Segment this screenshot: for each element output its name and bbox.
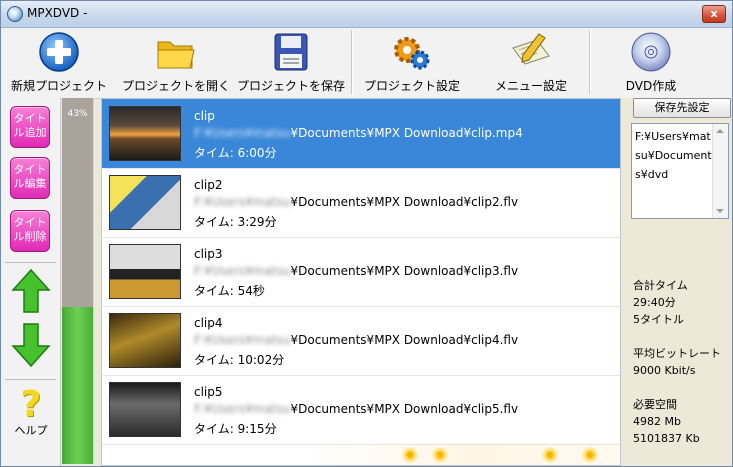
project-settings-label: プロジェクト設定 [363,79,460,93]
flower-decoration-icon [402,447,418,463]
folder-icon [157,41,195,69]
plus-circle-icon [39,32,79,72]
save-path-text: F:¥Users¥matsu¥Documents¥dvd [635,130,712,181]
help-button[interactable]: ? ヘルプ [9,384,53,438]
required-space-kb: 5101837 Kb [633,432,700,445]
clip-name: clip5 [194,385,223,399]
clip-duration: タイム: 3:29分 [194,215,277,229]
edit-document-icon [512,33,550,65]
clip-path-prefix: F:¥Users¥matsu [194,402,291,416]
open-project-button[interactable]: プロジェクトを開く [117,28,235,96]
clip-thumbnail [109,313,181,368]
progress-percent: 43% [67,109,88,119]
clip-row[interactable]: clip5 F:¥Users¥matsu¥Documents¥MPX Downlo… [102,375,620,445]
app-window: MPXDVD - x 新規プロジェクト プロジェクトを開く プロジェクトを保存 … [0,0,733,467]
new-project-button[interactable]: 新規プロジェクト [7,28,111,96]
edit-title-button[interactable]: タイトル編集 [10,157,50,199]
clip-path-suffix: ¥Documents¥MPX Download¥clip.mp4 [290,126,523,140]
open-project-label: プロジェクトを開く [121,79,230,93]
clip-path: F:¥Users¥matsu¥Documents¥MPX Download¥cl… [194,195,518,209]
right-panel: 保存先設定 F:¥Users¥matsu¥Documents¥dvd 合計タイム… [621,98,732,466]
delete-title-button[interactable]: タイトル削除 [10,210,50,252]
clip-thumbnail [109,106,181,161]
required-space-label: 必要空間 [633,398,677,411]
scroll-up-icon[interactable] [716,129,724,133]
clip-path: F:¥Users¥matsu¥Documents¥MPX Download¥cl… [194,126,523,140]
new-project-label: 新規プロジェクト [10,79,107,93]
flower-decoration-icon [542,447,558,463]
clip-path-suffix: ¥Documents¥MPX Download¥clip4.flv [290,333,519,347]
clip-duration: タイム: 9:15分 [194,422,277,436]
flower-decoration-icon [432,447,448,463]
toolbar-separator [589,30,591,94]
clip-name: clip4 [194,316,223,330]
clip-name: clip [194,109,215,123]
app-icon [7,6,23,22]
help-label: ヘルプ [14,424,48,437]
clip-thumbnail [109,382,181,437]
toolbar-separator [351,30,353,94]
avg-bitrate-value: 9000 Kbit/s [633,364,696,377]
add-title-button[interactable]: タイトル追加 [10,106,50,148]
clip-path-suffix: ¥Documents¥MPX Download¥clip2.flv [290,195,519,209]
sidebar-divider [5,379,56,380]
save-project-label: プロジェクトを保存 [236,79,345,93]
floppy-disk-icon [274,33,308,71]
clip-duration: タイム: 6:00分 [194,146,277,160]
clip-path: F:¥Users¥matsu¥Documents¥MPX Download¥cl… [194,402,518,416]
clip-path-prefix: F:¥Users¥matsu [194,195,291,209]
clip-duration: タイム: 54秒 [194,284,265,298]
clip-path-prefix: F:¥Users¥matsu [194,333,291,347]
clip-path-prefix: F:¥Users¥matsu [194,264,291,278]
clip-path-suffix: ¥Documents¥MPX Download¥clip3.flv [290,264,519,278]
clip-thumbnail [109,175,181,230]
project-settings-button[interactable]: プロジェクト設定 [357,28,467,96]
clip-name: clip3 [194,247,223,261]
gears-icon [394,37,430,70]
menu-settings-label: メニュー設定 [494,79,567,93]
avg-bitrate-label: 平均ビットレート [633,347,721,360]
menu-settings-button[interactable]: メニュー設定 [479,28,583,96]
clip-path-suffix: ¥Documents¥MPX Download¥clip5.flv [290,402,519,416]
move-down-arrow-icon[interactable] [11,322,51,368]
clip-name: clip2 [194,178,223,192]
save-destination-button[interactable]: 保存先設定 [633,98,731,118]
clip-list[interactable]: clip F:¥Users¥matsu¥Documents¥MPX Downloa… [101,98,621,466]
clip-path-prefix: F:¥Users¥matsu [194,126,291,140]
question-mark-icon: ? [20,384,42,425]
flower-decoration-icon [582,447,598,463]
create-dvd-button[interactable]: DVD作成 [601,28,701,96]
save-path-scrollbar[interactable] [712,124,728,218]
close-button[interactable]: x [702,5,726,23]
required-space-mb: 4982 Mb [633,415,681,428]
clip-path: F:¥Users¥matsu¥Documents¥MPX Download¥cl… [194,333,518,347]
sidebar-divider [5,262,56,263]
left-sidebar: タイトル追加 タイトル編集 タイトル削除 ? ヘルプ [1,98,61,466]
create-dvd-label: DVD作成 [625,79,677,93]
save-path-textbox[interactable]: F:¥Users¥matsu¥Documents¥dvd [631,123,729,219]
dvd-disc-icon [631,32,671,72]
title-bar: MPXDVD - x [1,1,732,28]
decorative-background [102,443,620,465]
clip-path: F:¥Users¥matsu¥Documents¥MPX Download¥cl… [194,264,518,278]
save-project-button[interactable]: プロジェクトを保存 [235,28,347,96]
total-time-label: 合計タイム [633,279,688,292]
clip-row[interactable]: clip4 F:¥Users¥matsu¥Documents¥MPX Downlo… [102,306,620,376]
clip-row[interactable]: clip2 F:¥Users¥matsu¥Documents¥MPX Downlo… [102,168,620,238]
total-time-value: 29:40分 [633,296,676,309]
clip-thumbnail [109,244,181,299]
progress-fill [62,306,93,464]
toolbar: 新規プロジェクト プロジェクトを開く プロジェクトを保存 プロジェクト設定 メニ… [1,28,732,99]
move-up-arrow-icon[interactable] [11,268,51,314]
clip-row[interactable]: clip F:¥Users¥matsu¥Documents¥MPX Downloa… [102,99,620,169]
scroll-down-icon[interactable] [716,209,724,213]
title-count: 5タイトル [633,313,684,326]
clip-duration: タイム: 10:02分 [194,353,285,367]
clip-row[interactable]: clip3 F:¥Users¥matsu¥Documents¥MPX Downlo… [102,237,620,307]
capacity-progress-bar: 43% [62,98,94,464]
window-title: MPXDVD - [27,6,88,20]
